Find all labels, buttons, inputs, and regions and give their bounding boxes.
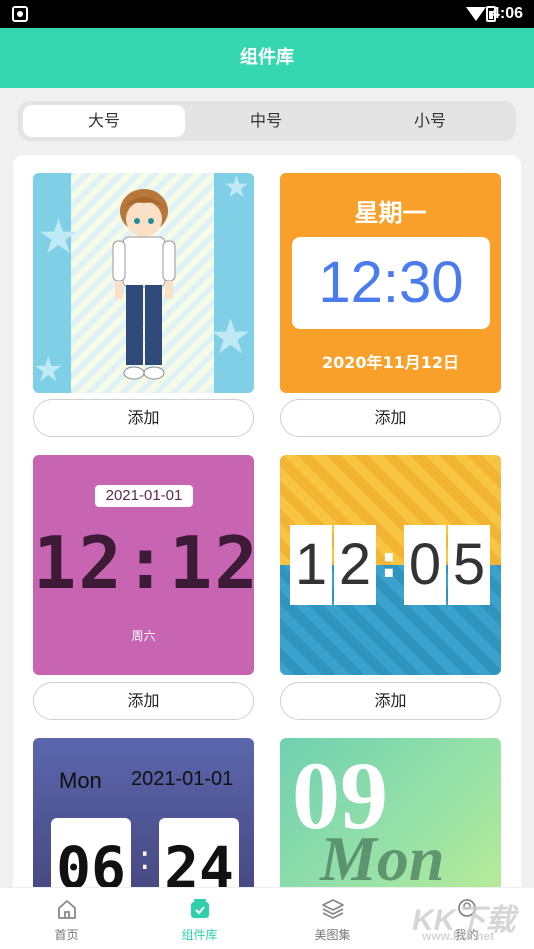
widget-weekday: 周六 [131, 629, 156, 643]
hour-card: 06 [51, 818, 131, 895]
flip-digit: 1 [290, 525, 332, 605]
widget-icon [191, 899, 209, 918]
widget-preview-orange-clock[interactable]: 星期一 12:30 2020年11月12日 [280, 173, 501, 393]
flip-digit: 5 [448, 525, 490, 605]
widget-preview-digital-clock[interactable]: 2021-01-01 12:12 周六 [33, 455, 254, 675]
widget-grid: ★ ★ ★ ★ 添加 星期一 12:30 2020年11月12日 添加 2021… [13, 155, 521, 895]
widget-time: 12:12 [33, 521, 254, 605]
tab-large[interactable]: 大号 [23, 105, 185, 137]
character-illustration [112, 189, 176, 380]
tab-small[interactable]: 小号 [349, 105, 511, 137]
tab-medium[interactable]: 中号 [185, 105, 347, 137]
status-bar: 4:06 [0, 0, 534, 28]
widget-preview-character[interactable]: ★ ★ ★ ★ [33, 173, 254, 393]
widget-weekday: Mon [59, 768, 102, 793]
widget-date: 2021-01-01 [131, 768, 234, 790]
time-separator: : [380, 537, 398, 588]
add-button[interactable]: 添加 [33, 399, 254, 437]
status-time: 4:06 [491, 5, 524, 22]
nav-widgets[interactable]: 组件库 [133, 888, 266, 949]
flip-digit: 0 [404, 525, 446, 605]
page-title: 组件库 [0, 28, 534, 88]
flip-digit: 2 [334, 525, 376, 605]
time-separator: : [139, 838, 151, 878]
widget-time: 12:30 [292, 237, 490, 329]
widget-weekday: Mon [320, 823, 445, 894]
widget-weekday: 星期一 [354, 199, 427, 227]
widget-date: 2020年11月12日 [321, 353, 460, 372]
widget-preview-big-date[interactable]: 09 Mon [280, 738, 501, 895]
watermark-logo: KK下载 www.kkx.net [412, 904, 516, 943]
nav-gallery[interactable]: 美图集 [266, 888, 399, 949]
add-button[interactable]: 添加 [280, 682, 501, 720]
layers-icon [322, 899, 344, 920]
nav-home-label: 首页 [54, 928, 79, 942]
minute-card: 24 [159, 818, 239, 895]
widget-preview-date-card-clock[interactable]: Mon 2021-01-01 06 : 24 [33, 738, 254, 895]
wifi-icon [466, 7, 486, 21]
size-segmented-control: 大号 中号 小号 [18, 101, 516, 141]
widget-preview-flip-clock[interactable]: 1 2 : 0 5 [280, 455, 501, 675]
add-button[interactable]: 添加 [33, 682, 254, 720]
widget-date: 2021-01-01 [95, 485, 193, 507]
nav-gallery-label: 美图集 [314, 928, 351, 942]
nav-widgets-label: 组件库 [181, 928, 218, 942]
nav-home[interactable]: 首页 [0, 888, 133, 949]
app-notification-icon [12, 6, 28, 22]
add-button[interactable]: 添加 [280, 399, 501, 437]
home-icon [58, 900, 76, 919]
